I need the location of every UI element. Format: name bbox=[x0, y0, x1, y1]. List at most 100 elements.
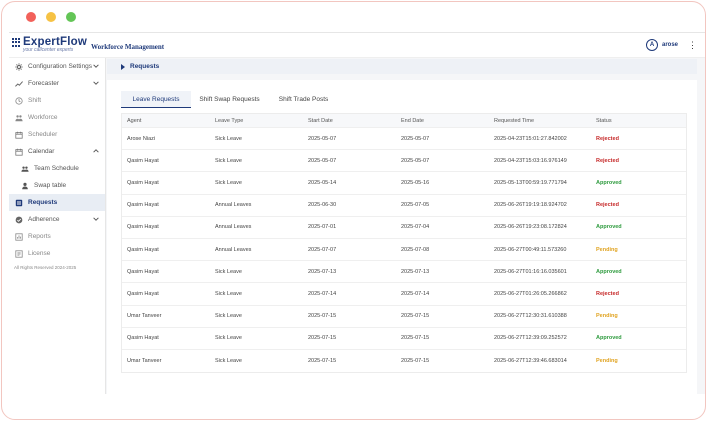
status-badge: Pending bbox=[596, 313, 618, 320]
sidebar-item-forecaster[interactable]: Forecaster bbox=[9, 75, 105, 92]
topbar: ExpertFlow your callcenter experts Workf… bbox=[9, 33, 705, 58]
cell-requested-time: 2025-06-27T00:49:11.573260 bbox=[494, 246, 567, 253]
sidebar-item-team-schedule[interactable]: Team Schedule bbox=[9, 160, 105, 177]
cell-requested-time: 2025-06-26T19:23:08.172824 bbox=[494, 224, 567, 231]
cell-end-date: 2025-05-07 bbox=[401, 135, 430, 142]
cell-agent: Umar Tanveer bbox=[127, 313, 162, 320]
logo-tagline: your callcenter experts bbox=[23, 47, 74, 54]
cell-leave-type: Sick Leave bbox=[215, 313, 242, 320]
cell-start-date: 2025-05-07 bbox=[308, 157, 337, 164]
column-header-leave-type[interactable]: Leave Type bbox=[215, 118, 308, 124]
table-row[interactable]: Qasim Hayat Sick Leave 2025-07-14 2025-07-1… bbox=[122, 283, 686, 306]
status-badge: Rejected bbox=[596, 135, 619, 142]
cell-requested-time: 2025-06-27T01:16:16.035601 bbox=[494, 268, 567, 275]
tab-leave-requests[interactable]: Leave Requests bbox=[121, 91, 191, 108]
cell-leave-type: Sick Leave bbox=[215, 157, 242, 164]
status-badge: Rejected bbox=[596, 290, 619, 297]
cell-start-date: 2025-07-15 bbox=[308, 357, 337, 364]
cell-leave-type: Sick Leave bbox=[215, 268, 242, 275]
table-row[interactable]: Qasim Hayat Sick Leave 2025-05-14 2025-05-1… bbox=[122, 172, 686, 195]
app: ExpertFlow your callcenter experts Workf… bbox=[9, 32, 705, 394]
sidebar-item-configuration-settings[interactable]: Configuration Settings bbox=[9, 58, 105, 75]
cell-start-date: 2025-07-01 bbox=[308, 224, 337, 231]
cell-start-date: 2025-07-15 bbox=[308, 313, 337, 320]
column-header-requested-time[interactable]: Requested Time bbox=[494, 118, 596, 124]
sidebar-item-label: License bbox=[28, 250, 51, 257]
cell-end-date: 2025-07-05 bbox=[401, 202, 430, 209]
minimize-window-button[interactable] bbox=[46, 12, 56, 22]
table-row[interactable]: Qasim Hayat Annual Leaves 2025-06-30 2025-0… bbox=[122, 195, 686, 217]
chevron-down-icon[interactable] bbox=[92, 79, 100, 87]
chevron-down-icon[interactable] bbox=[92, 62, 100, 70]
sidebar-item-workforce[interactable]: Workforce bbox=[9, 109, 105, 126]
breadcrumb-label: Requests bbox=[130, 63, 160, 70]
cell-leave-type: Sick Leave bbox=[215, 335, 242, 342]
table-row[interactable]: Qasim Hayat Sick Leave 2025-07-13 2025-07-1… bbox=[122, 261, 686, 284]
window-controls bbox=[26, 12, 76, 22]
cell-start-date: 2025-05-14 bbox=[308, 179, 337, 186]
column-header-status[interactable]: Status bbox=[596, 118, 686, 124]
chevron-down-icon[interactable] bbox=[92, 215, 100, 223]
sidebar-item-label: Adherence bbox=[28, 216, 60, 223]
cell-leave-type: Sick Leave bbox=[215, 290, 242, 297]
cell-end-date: 2025-05-07 bbox=[401, 157, 430, 164]
column-header-agent[interactable]: Agent bbox=[122, 118, 215, 124]
status-badge: Pending bbox=[596, 246, 618, 253]
cell-agent: Umar Tanveer bbox=[127, 357, 162, 364]
tab-shift-swap-requests[interactable]: Shift Swap Requests bbox=[191, 91, 268, 108]
table-row[interactable]: Umar Tanveer Sick Leave 2025-07-15 2025-07-… bbox=[122, 350, 686, 372]
column-header-start-date[interactable]: Start Date bbox=[308, 118, 401, 124]
cell-end-date: 2025-07-15 bbox=[401, 357, 430, 364]
table-row[interactable]: Qasim Hayat Sick Leave 2025-05-07 2025-05-0… bbox=[122, 150, 686, 173]
window-frame: ExpertFlow your callcenter experts Workf… bbox=[1, 1, 706, 420]
person-icon bbox=[20, 181, 29, 190]
sidebar-item-adherence[interactable]: Adherence bbox=[9, 211, 105, 228]
avatar[interactable]: A bbox=[645, 39, 658, 51]
cell-agent: Qasim Hayat bbox=[127, 224, 159, 231]
more-options-icon[interactable]: ⋮ bbox=[688, 40, 697, 50]
cell-requested-time: 2025-06-27T12:39:46.683014 bbox=[494, 357, 567, 364]
column-header-end-date[interactable]: End Date bbox=[401, 118, 494, 124]
cell-requested-time: 2025-05-13T00:59:19.771794 bbox=[494, 179, 567, 186]
table-row[interactable]: Qasim Hayat Annual Leaves 2025-07-07 2025-0… bbox=[122, 239, 686, 262]
sidebar-item-calendar[interactable]: Calendar bbox=[9, 143, 105, 160]
status-badge: Pending bbox=[596, 357, 618, 364]
license-icon bbox=[14, 249, 23, 258]
table-row[interactable]: Qasim Hayat Sick Leave 2025-07-15 2025-07-1… bbox=[122, 328, 686, 350]
cell-end-date: 2025-07-14 bbox=[401, 290, 430, 297]
group-icon bbox=[20, 164, 29, 173]
user-menu[interactable]: A arose ⋮ bbox=[645, 39, 697, 51]
leave-requests-table: Agent Leave Type Start Date End Date Req… bbox=[121, 113, 687, 374]
cell-agent: Qasim Hayat bbox=[127, 335, 159, 342]
report-icon bbox=[14, 232, 23, 241]
sidebar-item-label: Swap table bbox=[34, 182, 67, 189]
tab-shift-trade-posts[interactable]: Shift Trade Posts bbox=[268, 91, 339, 108]
chevron-up-icon[interactable] bbox=[92, 147, 100, 155]
sidebar-item-license[interactable]: License bbox=[9, 245, 105, 262]
table-header: Agent Leave Type Start Date End Date Req… bbox=[122, 114, 686, 128]
cell-requested-time: 2025-06-27T12:30:31.610388 bbox=[494, 313, 567, 320]
cell-agent: Qasim Hayat bbox=[127, 290, 159, 297]
username: arose bbox=[661, 42, 678, 48]
cell-agent: Qasim Hayat bbox=[127, 246, 159, 253]
sidebar-item-reports[interactable]: Reports bbox=[9, 228, 105, 245]
table-row[interactable]: Arose Niazi Sick Leave 2025-05-07 2025-05-0… bbox=[122, 128, 686, 151]
table-row[interactable]: Umar Tanveer Sick Leave 2025-07-15 2025-07-… bbox=[122, 306, 686, 328]
sidebar-item-shift[interactable]: Shift bbox=[9, 92, 105, 109]
gear-icon bbox=[14, 62, 23, 71]
tabs: Leave Requests Shift Swap Requests Shift… bbox=[121, 91, 339, 108]
cell-leave-type: Annual Leaves bbox=[215, 202, 252, 209]
sidebar-item-swap-table[interactable]: Swap table bbox=[9, 177, 105, 194]
maximize-window-button[interactable] bbox=[66, 12, 76, 22]
logo[interactable]: ExpertFlow your callcenter experts bbox=[12, 36, 87, 54]
cell-leave-type: Sick Leave bbox=[215, 135, 242, 142]
cell-end-date: 2025-05-16 bbox=[401, 179, 430, 186]
close-window-button[interactable] bbox=[26, 12, 36, 22]
sidebar-item-requests[interactable]: Requests bbox=[9, 194, 105, 211]
sidebar-item-scheduler[interactable]: Scheduler bbox=[9, 126, 105, 143]
cell-end-date: 2025-07-04 bbox=[401, 224, 430, 231]
cell-end-date: 2025-07-13 bbox=[401, 268, 430, 275]
table-row[interactable]: Qasim Hayat Annual Leaves 2025-07-01 2025-0… bbox=[122, 217, 686, 239]
requests-panel: Leave Requests Shift Swap Requests Shift… bbox=[107, 80, 697, 394]
sidebar-item-label: Requests bbox=[28, 199, 58, 206]
